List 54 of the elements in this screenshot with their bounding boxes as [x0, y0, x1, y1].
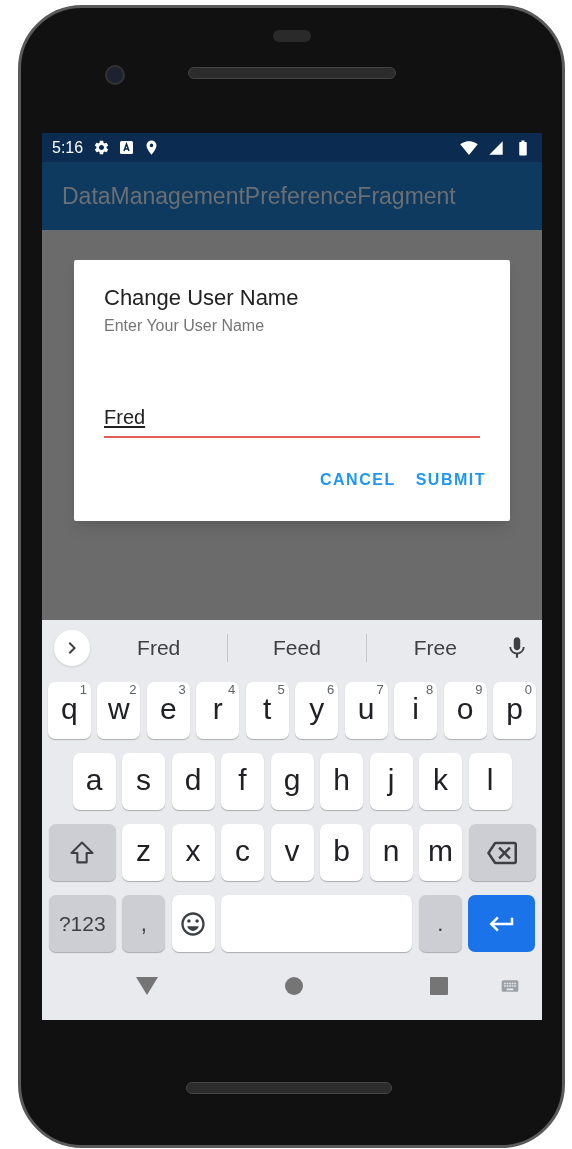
app-title: DataManagementPreferenceFragment [62, 181, 456, 211]
key[interactable]: n [369, 824, 413, 881]
key[interactable]: k [419, 753, 462, 810]
keyboard-app-icon [120, 141, 134, 154]
key-hint: 4 [228, 683, 236, 696]
suggestion[interactable]: Fred [90, 631, 228, 664]
key-hint: 3 [178, 683, 186, 696]
punctuation-key[interactable]: . [418, 895, 462, 952]
enter-key[interactable] [468, 895, 536, 952]
key-hint: 1 [79, 683, 87, 696]
key-hint: 9 [475, 683, 483, 696]
dialog-title: Change User Name [104, 284, 300, 312]
status-time: 5:16 [52, 137, 84, 158]
key[interactable]: l [468, 753, 512, 810]
smiley-icon [179, 909, 208, 938]
key[interactable]: c [221, 824, 264, 881]
key[interactable]: z [122, 824, 165, 881]
earpiece [273, 30, 311, 42]
shift-key[interactable] [48, 824, 116, 881]
key[interactable]: d [171, 753, 215, 810]
key-hint: 7 [376, 683, 384, 696]
emoji-key[interactable] [171, 895, 215, 952]
key[interactable]: v [270, 824, 314, 881]
key[interactable]: b [320, 824, 363, 881]
settings-icon [93, 139, 111, 156]
key[interactable]: s [122, 753, 165, 810]
key-hint: 5 [277, 683, 285, 696]
key[interactable]: f [221, 753, 264, 810]
punctuation-key[interactable]: , [122, 895, 166, 952]
home-circle-icon[interactable] [285, 977, 303, 995]
dialog-message: Enter Your User Name [104, 316, 266, 336]
suggestion[interactable]: Free [366, 631, 504, 664]
key[interactable]: h [320, 753, 363, 810]
suggestion[interactable]: Feed [228, 631, 366, 664]
field-value: Fred [104, 406, 146, 428]
key[interactable]: a [72, 753, 116, 810]
symbols-key[interactable]: ?123 [48, 895, 116, 952]
wifi-icon [460, 138, 478, 157]
back-triangle-icon[interactable] [136, 977, 158, 995]
backspace-key[interactable] [468, 824, 536, 881]
key[interactable]: m [419, 824, 462, 881]
key-hint: 2 [129, 683, 137, 696]
expand-toolbar-button[interactable] [54, 629, 90, 666]
user-name-field[interactable]: Fred [104, 402, 480, 438]
key[interactable]: x [171, 824, 215, 881]
key-hint: 0 [524, 683, 532, 696]
key-hint: 6 [326, 683, 335, 696]
key-hint: 8 [425, 683, 434, 696]
key[interactable]: j [369, 753, 413, 810]
key[interactable]: i 8 [394, 682, 438, 739]
key[interactable]: g [270, 753, 314, 810]
key[interactable]: t 5 [245, 682, 289, 739]
signal-icon [488, 139, 504, 156]
camera-lens [105, 65, 125, 85]
